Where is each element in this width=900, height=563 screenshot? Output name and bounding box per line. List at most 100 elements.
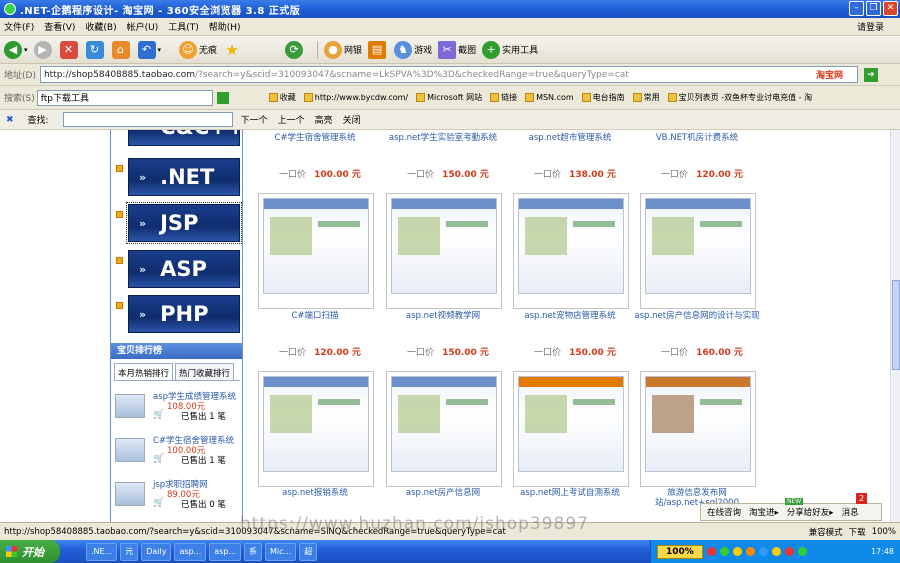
address-input[interactable]: http://shop58408885.taobao.com/?search=y… [39,66,858,83]
taskbar-item[interactable]: 系 [244,542,263,561]
tray-icon[interactable] [732,547,742,556]
product-name[interactable]: asp.net网上考试自测系统 [495,488,645,498]
favorite-link[interactable]: 宝贝列表页 -双鱼杯专业讨电充值 - 淘 [667,92,812,103]
taskbar-item[interactable]: 元 [120,542,139,561]
product-card[interactable] [513,193,629,309]
tray-icon[interactable] [745,547,755,556]
scrollbar-thumb[interactable] [892,280,900,370]
product-card[interactable] [258,193,374,309]
find-prev-button[interactable]: 上一个 [278,113,305,126]
tray-icon[interactable] [758,547,768,556]
favorite-link[interactable]: 电台指南 [581,92,625,103]
category-cpp[interactable]: »C&C++ [128,130,244,146]
favorite-link[interactable]: 链接 [490,92,517,103]
bank-button[interactable]: 网银 [344,43,362,56]
menu-view[interactable]: 查看(V) [44,20,75,33]
rank-item: C#学生宿舍管理系统 100.00元 🛒 已售出 1 笔 [115,432,241,478]
browser-logo-icon [4,3,16,15]
product-card[interactable] [640,371,756,487]
close-button[interactable]: ✕ [883,1,898,16]
undo-icon[interactable]: ↶ [137,40,156,59]
product-screenshot [645,198,751,294]
taskbar-item[interactable]: .NE... [86,542,118,561]
find-input[interactable] [62,112,233,127]
download-button[interactable]: 下载 [849,526,866,538]
new-badge: NEW [785,498,804,505]
product-name[interactable]: VB.NET机房计费系统 [622,133,772,143]
incognito-button[interactable]: 无痕 [199,43,217,56]
product-thumbnail[interactable] [115,394,145,418]
taskbar-item[interactable]: asp... [209,542,242,561]
menu-file[interactable]: 文件(F) [4,20,34,33]
home-icon[interactable]: ⌂ [111,40,130,59]
capture-button[interactable]: 截图 [458,43,476,56]
tray-zoom[interactable]: 100% [657,544,703,559]
menu-help[interactable]: 帮助(H) [209,20,241,33]
favorite-link[interactable]: Microsoft 网站 [416,92,482,103]
forward-icon[interactable]: ▶ [33,40,52,59]
tools-button[interactable]: 实用工具 [502,43,538,56]
search-go-icon[interactable] [216,91,229,104]
favorite-link[interactable]: http://www.bycdw.com/ [303,93,408,102]
tray-icon[interactable] [784,547,794,556]
taobao-go-button[interactable]: 淘宝进▸ [749,506,779,518]
product-card[interactable] [258,371,374,487]
tab-hot-sales[interactable]: 本月热销排行 [114,363,174,380]
tab-hot-favorites[interactable]: 热门收藏排行 [175,363,235,380]
search-input[interactable]: ftp下载工具 [36,89,213,106]
category-jsp[interactable]: » JSP [116,202,242,244]
bullet-icon [116,302,123,309]
category-dotnet[interactable]: » .NET [116,158,240,196]
menu-favorites[interactable]: 收藏(B) [85,20,116,33]
stop-icon[interactable]: ✕ [59,40,78,59]
games-button[interactable]: 游戏 [414,43,432,56]
find-close-button[interactable]: 关闭 [343,113,361,126]
favorite-link[interactable]: 常用 [632,92,660,103]
taskbar-item[interactable]: Mic... [265,542,297,561]
find-highlight-button[interactable]: 高亮 [315,113,333,126]
tray-icon[interactable] [771,547,781,556]
arrow-icon: » [139,130,146,134]
product-card[interactable] [513,371,629,487]
favorite-collect[interactable]: 收藏 [268,92,296,103]
share-button[interactable]: 分享给好友▸ [787,506,834,518]
taskbar-item[interactable]: asp... [174,542,207,561]
message-button[interactable]: 消息 [842,506,859,518]
maximize-button[interactable]: ❐ [866,1,881,16]
zoom-level[interactable]: 100% [872,527,896,537]
back-icon[interactable]: ◀ [4,40,22,59]
sync-icon[interactable]: ⟳ [285,40,304,59]
menu-account[interactable]: 帐户(U) [127,20,159,33]
star-icon[interactable]: ★ [223,41,241,59]
tray-icon[interactable] [706,547,716,556]
refresh-icon[interactable]: ↻ [85,40,104,59]
compat-mode[interactable]: 兼容模式 [809,526,843,538]
tray-icon[interactable] [797,547,807,556]
note-icon[interactable]: ▤ [368,40,387,59]
menu-tools[interactable]: 工具(T) [168,20,199,33]
product-name[interactable]: asp.net房产信息网的设计与实现 [632,311,762,321]
product-thumbnail[interactable] [115,438,145,462]
find-next-button[interactable]: 下一个 [241,113,268,126]
product-screenshot [391,376,497,472]
clock[interactable]: 17:48 [871,547,894,556]
taskbar-item[interactable]: 超 [299,542,318,561]
find-close-icon[interactable]: ✖ [6,115,14,125]
taskbar-item[interactable]: Daily [141,542,172,561]
go-button[interactable]: ➜ [863,67,878,82]
product-thumbnail[interactable] [115,482,145,506]
product-card[interactable] [386,193,502,309]
tray-icon[interactable] [719,547,729,556]
online-consult-button[interactable]: 在线咨询 [707,506,741,518]
product-name[interactable]: asp.net宠物店管理系统 [495,311,645,321]
category-asp[interactable]: » ASP [116,250,240,288]
product-card[interactable] [386,371,502,487]
minimize-button[interactable]: – [849,1,864,16]
category-php[interactable]: » PHP [116,295,240,333]
login-link[interactable]: 请登录 [857,20,884,33]
product-card[interactable] [640,193,756,309]
vertical-scrollbar[interactable] [890,130,900,522]
start-button[interactable]: 开始 [0,540,60,563]
favorite-link[interactable]: MSN.com [525,93,574,102]
rank-item: asp学生成绩管理系统 108.00元 🛒 已售出 1 笔 [115,388,241,434]
